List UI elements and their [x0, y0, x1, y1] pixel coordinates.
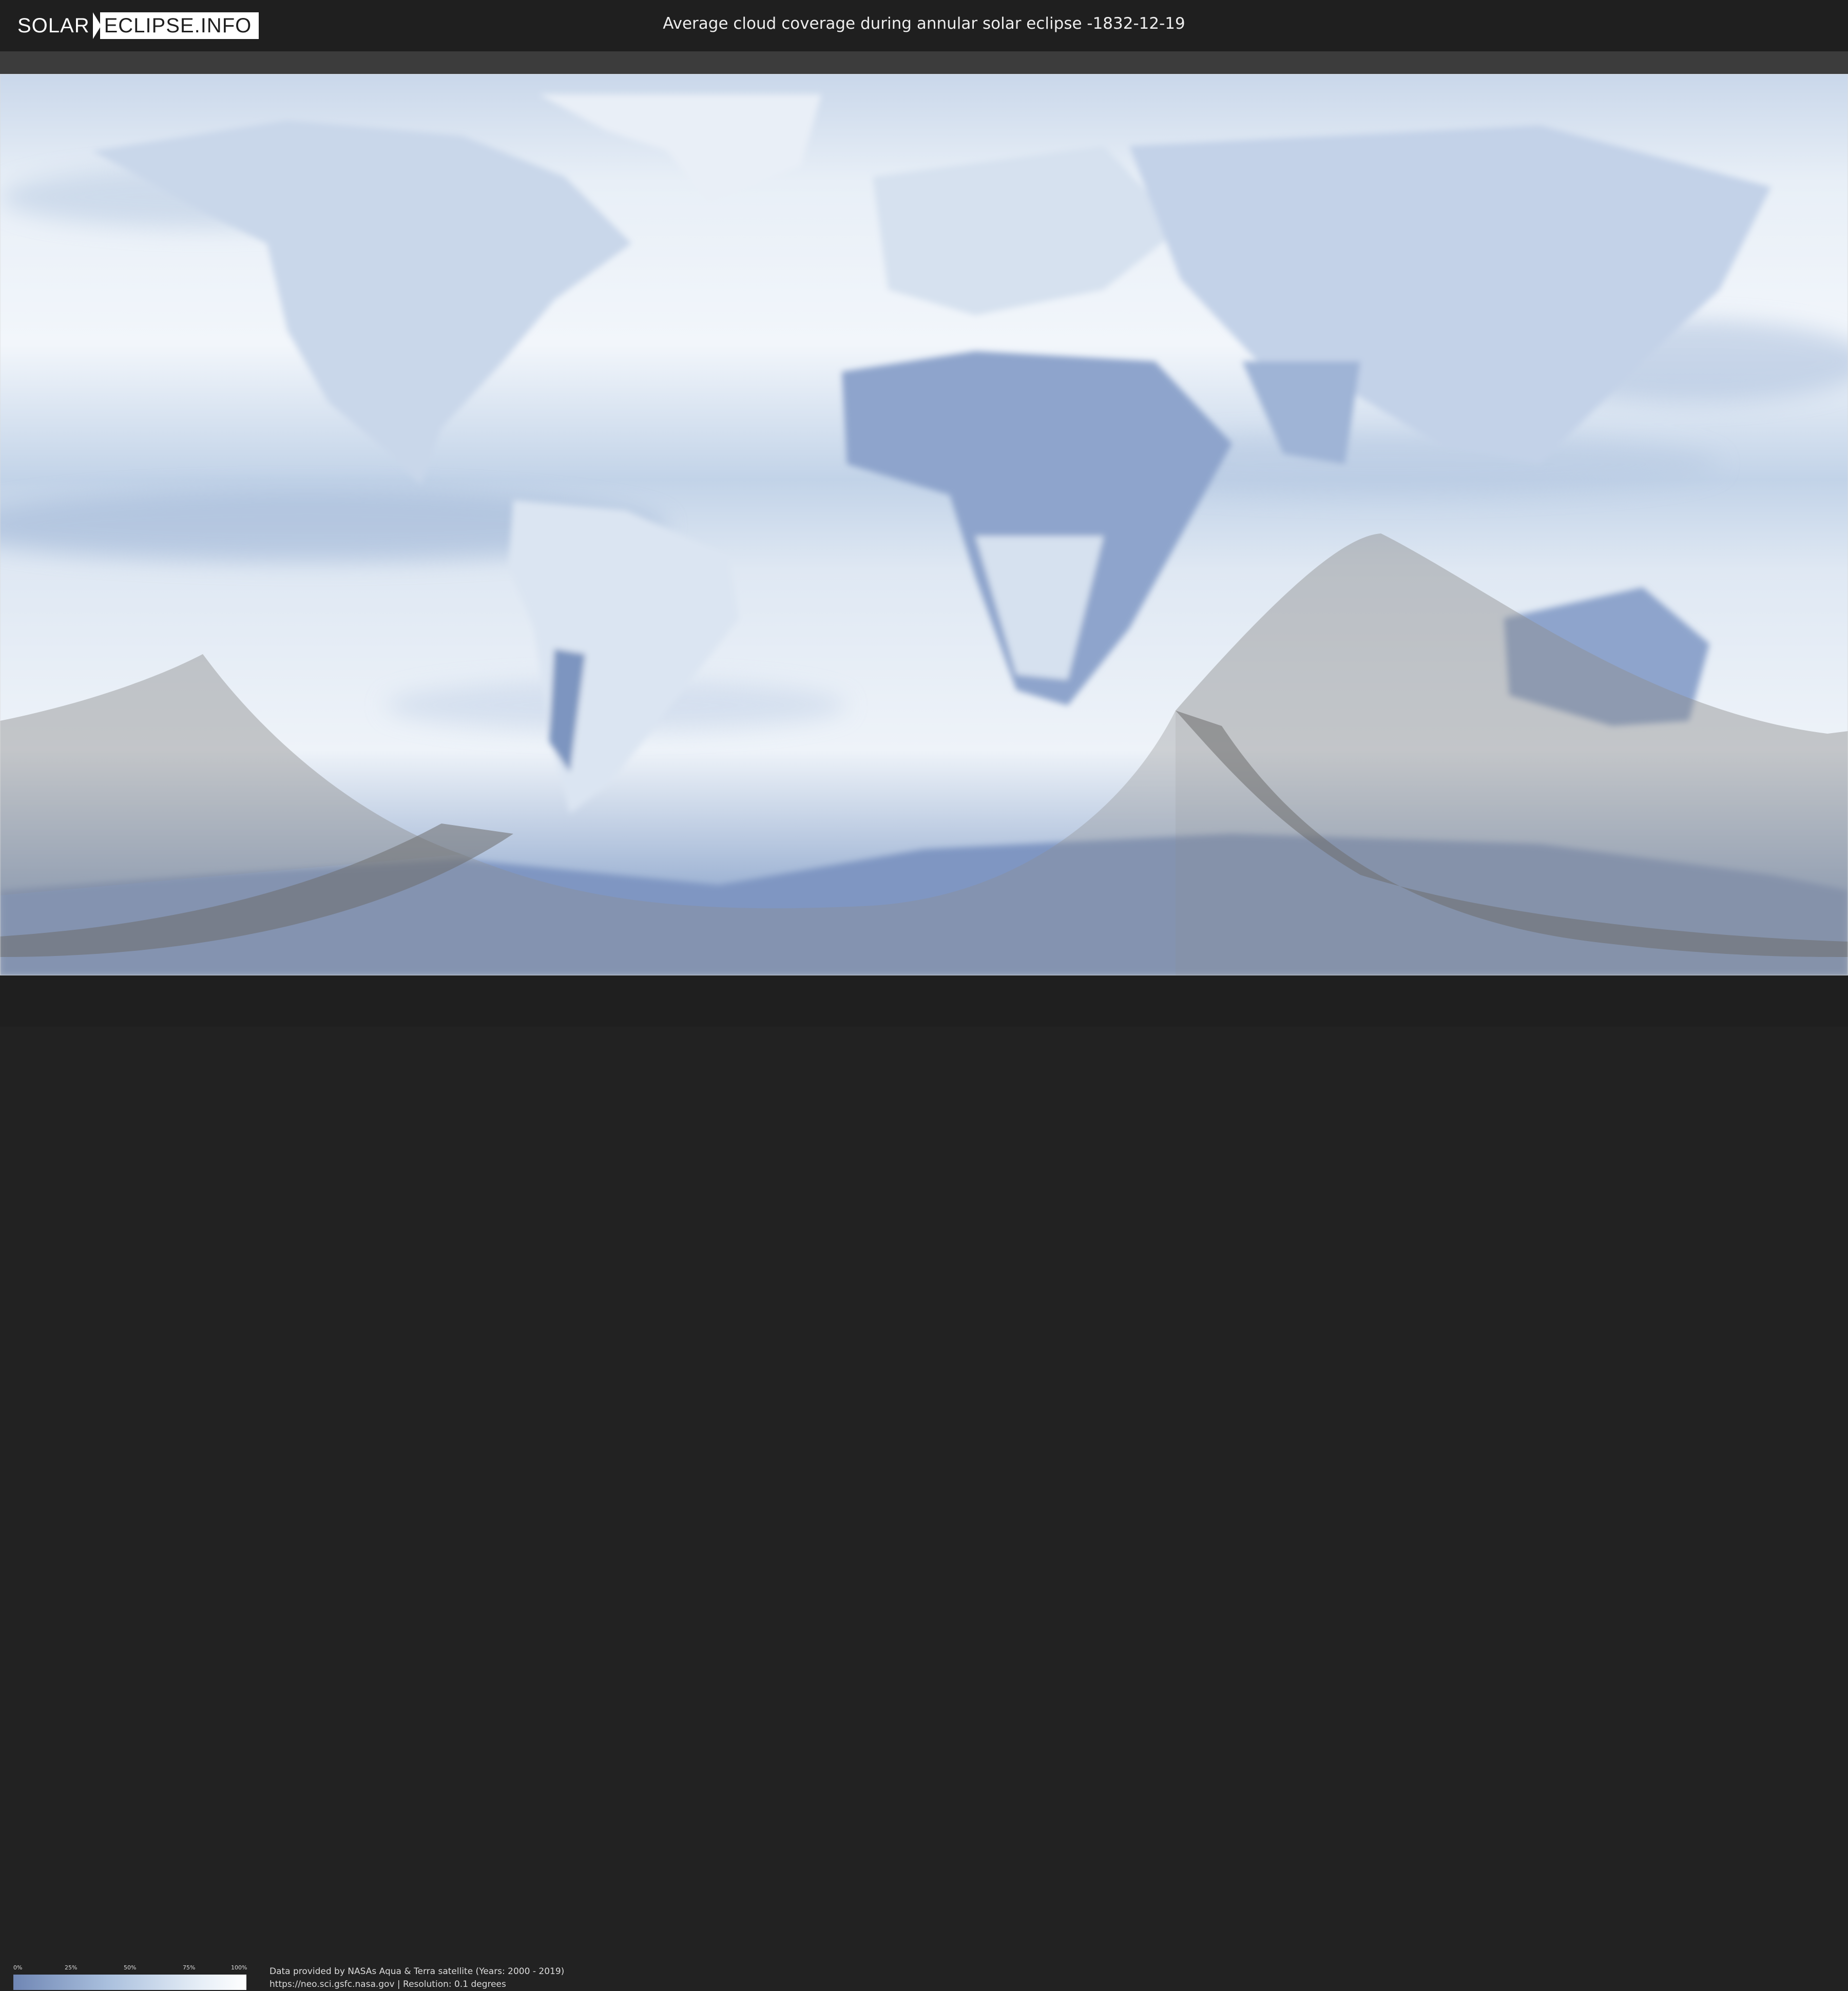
cloud-coverage-legend: 0% 25% 50% 75% 100% [13, 1964, 247, 1990]
page-title: Average cloud coverage during annular so… [663, 14, 1185, 33]
credit-line-1: Data provided by NASAs Aqua & Terra sate… [270, 1966, 565, 1977]
top-bar: SOLAR ECLIPSE.INFO Average cloud coverag… [0, 0, 1848, 51]
footer-bar: 0% 25% 50% 75% 100% Data provided by NAS… [0, 975, 1848, 1990]
data-credit: Data provided by NASAs Aqua & Terra sate… [270, 1965, 564, 1991]
map-top-band [0, 51, 1848, 74]
legend-labels: 0% 25% 50% 75% 100% [13, 1964, 247, 1973]
legend-label-50: 50% [124, 1964, 137, 1971]
legend-label-0: 0% [13, 1964, 23, 1971]
legend-color-bar [13, 1975, 246, 1990]
credit-line-2: https://neo.sci.gsfc.nasa.gov | Resoluti… [270, 1979, 506, 1989]
legend-label-100: 100% [231, 1964, 247, 1971]
world-map [0, 73, 1848, 977]
legend-label-75: 75% [183, 1964, 196, 1971]
legend-label-25: 25% [65, 1964, 78, 1971]
cloud-map-svg [0, 73, 1848, 977]
